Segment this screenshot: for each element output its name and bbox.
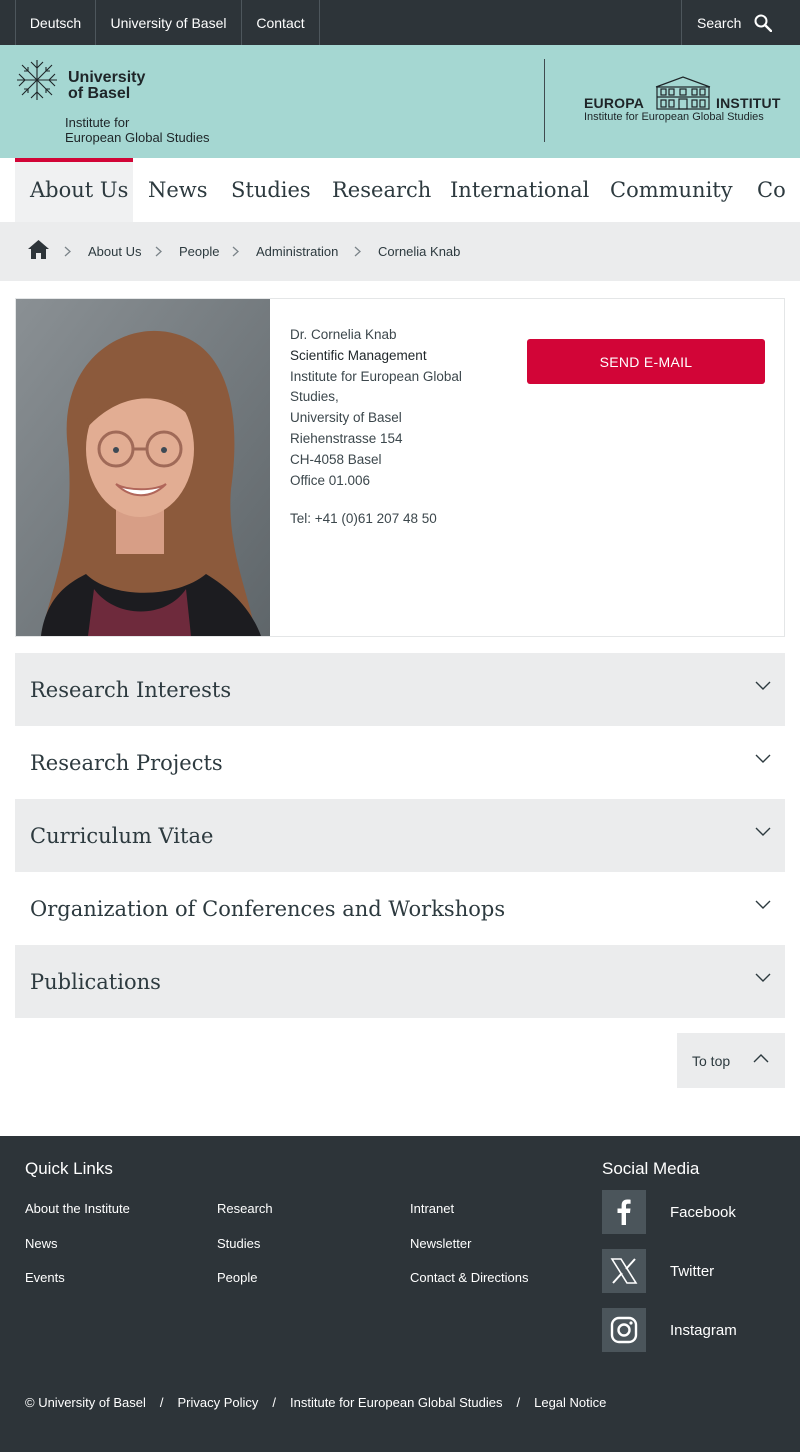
twitter-link[interactable]: Twitter [602,1249,782,1293]
footer-link-studies[interactable]: Studies [217,1236,260,1251]
legal-notice-link[interactable]: Legal Notice [534,1395,606,1410]
contact-link[interactable]: Contact [242,0,320,45]
chevron-right-icon [64,222,71,281]
x-twitter-icon [602,1249,646,1293]
footer-link-newsletter[interactable]: Newsletter [410,1236,471,1251]
utility-bar: Deutsch University of Basel Contact Sear… [0,0,800,45]
chevron-up-icon [753,1054,769,1063]
breadcrumb-about-us[interactable]: About Us [88,222,141,281]
nav-item-research[interactable]: Research [332,158,431,222]
instagram-label: Instagram [670,1321,737,1339]
person-card: Dr. Cornelia Knab Scientific Management … [15,298,785,637]
search-button[interactable]: Search [681,0,800,45]
person-name: Dr. Cornelia Knab [290,327,397,342]
copyright-link[interactable]: © University of Basel [25,1395,146,1410]
send-email-button[interactable]: SEND E-MAIL [527,339,765,384]
footer-link-intranet[interactable]: Intranet [410,1201,454,1216]
legal-links: © University of Basel / Privacy Policy / Ins… [25,1395,606,1410]
university-line-1: University [68,69,146,86]
separator: / [516,1395,521,1410]
institute-name: Institute for European Global Studies [65,115,210,145]
to-top-label: To top [692,1052,731,1069]
university-line-2: of Basel [68,85,131,102]
facebook-link[interactable]: Facebook [602,1190,782,1234]
accordion-research-projects[interactable]: Research Projects [15,726,785,799]
phone-number[interactable]: Tel: +41 (0)61 207 48 50 [290,509,495,530]
footer-link-news[interactable]: News [25,1236,58,1251]
footer-link-events[interactable]: Events [25,1270,65,1285]
accordion-title: Research Projects [30,750,223,775]
breadcrumb-people[interactable]: People [179,222,219,281]
europa-wordmark: EUROPA [584,95,645,111]
instagram-link[interactable]: Instagram [602,1308,782,1352]
footer-link-people[interactable]: People [217,1270,257,1285]
nav-item-truncated[interactable]: Co [757,158,786,222]
twitter-label: Twitter [670,1262,715,1280]
nav-item-about-us[interactable]: About Us [15,158,133,222]
language-link[interactable]: Deutsch [15,0,96,45]
accordion-conferences-workshops[interactable]: Organization of Conferences and Workshop… [15,872,785,945]
main-navigation: About Us News Studies Research Internati… [0,158,800,222]
social-media-title: Social Media [602,1159,700,1178]
nav-item-studies[interactable]: Studies [231,158,311,222]
europa-institut-building-logo [655,76,711,110]
university-wordmark: University of Basel [68,70,145,102]
quick-links-title: Quick Links [25,1159,113,1178]
address-line: CH-4058 Basel [290,451,382,467]
chevron-down-icon [755,754,771,763]
to-top-button[interactable]: To top [677,1033,785,1088]
address-line: University of Basel [290,410,402,426]
person-role: Scientific Management [290,347,427,363]
institute-line-2: European Global Studies [65,130,210,145]
accordion-curriculum-vitae[interactable]: Curriculum Vitae [15,799,785,872]
address-line: Institute for European Global [290,368,462,384]
breadcrumb: About Us People Administration Cornelia … [0,222,800,281]
accordion-title: Publications [30,969,161,994]
nav-item-community[interactable]: Community [610,158,733,222]
chevron-down-icon [755,900,771,909]
accordion-research-interests[interactable]: Research Interests [15,653,785,726]
portrait-photo [16,299,270,636]
accordion-publications[interactable]: Publications [15,945,785,1018]
chevron-right-icon [354,222,361,281]
instagram-icon [602,1308,646,1352]
europa-subtitle: Institute for European Global Studies [584,111,764,123]
chevron-down-icon [755,827,771,836]
facebook-label: Facebook [670,1203,736,1221]
nav-item-international[interactable]: International [450,158,589,222]
contact-info: Dr. Cornelia Knab Scientific Management … [290,325,495,530]
site-header: University of Basel Institute for Europe… [0,45,800,158]
footer-link-contact-directions[interactable]: Contact & Directions [410,1270,529,1285]
site-footer: Quick Links About the Institute Research… [0,1136,800,1452]
address-line: Riehenstrasse 154 [290,430,403,446]
privacy-policy-link[interactable]: Privacy Policy [177,1395,258,1410]
accordion-title: Organization of Conferences and Workshop… [30,896,506,921]
institut-wordmark: INSTITUT [716,95,781,111]
chevron-down-icon [755,681,771,690]
address-line: Studies, [290,389,339,405]
address-line: Office 01.006 [290,472,371,488]
accordion-title: Research Interests [30,677,232,702]
university-basel-logo[interactable] [15,58,59,102]
breadcrumb-current: Cornelia Knab [378,244,461,259]
chevron-down-icon [755,973,771,982]
separator: / [159,1395,164,1410]
institute-line-1: Institute for [65,115,130,130]
search-label: Search [697,14,742,31]
breadcrumb-administration[interactable]: Administration [256,222,338,281]
search-icon [754,14,773,32]
home-icon[interactable] [27,239,50,260]
separator: / [272,1395,277,1410]
chevron-right-icon [232,222,239,281]
nav-item-news[interactable]: News [148,158,208,222]
header-divider [544,59,545,142]
chevron-right-icon [155,222,162,281]
footer-link-about-institute[interactable]: About the Institute [25,1201,130,1216]
footer-link-research[interactable]: Research [217,1201,273,1216]
institute-link[interactable]: Institute for European Global Studies [290,1395,502,1410]
facebook-icon [602,1190,646,1234]
university-link[interactable]: University of Basel [96,0,242,45]
accordion-title: Curriculum Vitae [30,823,214,848]
